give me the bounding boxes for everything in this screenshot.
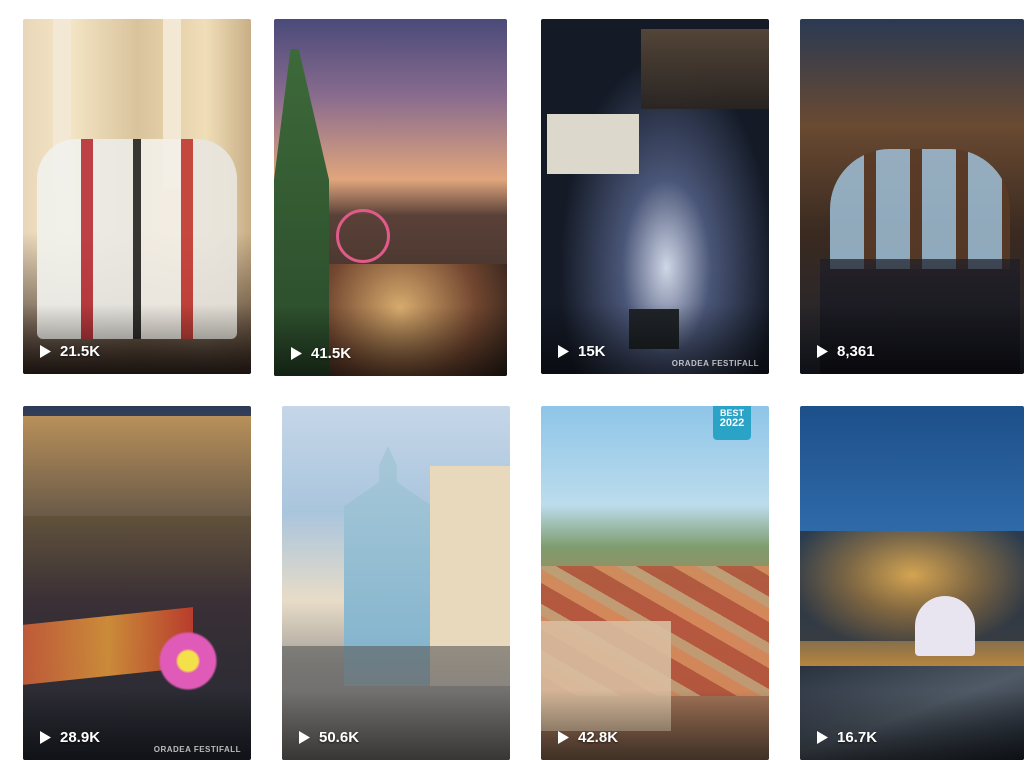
award-badge: BEST 2022 bbox=[713, 406, 751, 440]
view-count: 8,361 bbox=[816, 343, 875, 360]
play-icon bbox=[40, 345, 51, 358]
view-count: 16.7K bbox=[816, 729, 877, 746]
play-icon bbox=[558, 731, 569, 744]
view-count: 21.5K bbox=[39, 343, 100, 360]
lit-building bbox=[23, 416, 251, 516]
view-count: 42.8K bbox=[557, 729, 618, 746]
video-tile[interactable]: 28.9K ORADEA FESTIFALL bbox=[23, 406, 251, 760]
view-count: 41.5K bbox=[290, 345, 351, 362]
video-tile[interactable]: BEST 2022 42.8K bbox=[541, 406, 769, 760]
video-tile[interactable]: 21.5K bbox=[23, 19, 251, 374]
play-icon bbox=[40, 731, 51, 744]
play-icon bbox=[817, 345, 828, 358]
video-tile[interactable]: 16.7K bbox=[800, 406, 1024, 760]
city-lights bbox=[800, 531, 1024, 641]
domed-building bbox=[915, 596, 975, 656]
light-flower bbox=[153, 626, 223, 696]
arched-windows bbox=[830, 149, 1010, 269]
play-icon bbox=[299, 731, 310, 744]
view-count: 28.9K bbox=[39, 729, 100, 746]
video-tile[interactable]: 41.5K bbox=[274, 19, 507, 376]
watermark: ORADEA FESTIFALL bbox=[671, 359, 759, 368]
watermark: ORADEA FESTIFALL bbox=[153, 745, 241, 754]
play-icon bbox=[558, 345, 569, 358]
ferris-wheel bbox=[336, 209, 390, 263]
video-tile[interactable]: 8,361 bbox=[800, 19, 1024, 374]
video-grid: 21.5K 41.5K 15K ORADEA FESTIFALL 8,361 2… bbox=[0, 0, 1025, 760]
video-tile[interactable]: 15K ORADEA FESTIFALL bbox=[541, 19, 769, 374]
play-icon bbox=[291, 347, 302, 360]
play-icon bbox=[817, 731, 828, 744]
town-buildings bbox=[641, 29, 769, 109]
view-count: 15K bbox=[557, 343, 606, 360]
view-count: 50.6K bbox=[298, 729, 359, 746]
video-tile[interactable]: 50.6K bbox=[282, 406, 510, 760]
church-building bbox=[547, 114, 639, 174]
